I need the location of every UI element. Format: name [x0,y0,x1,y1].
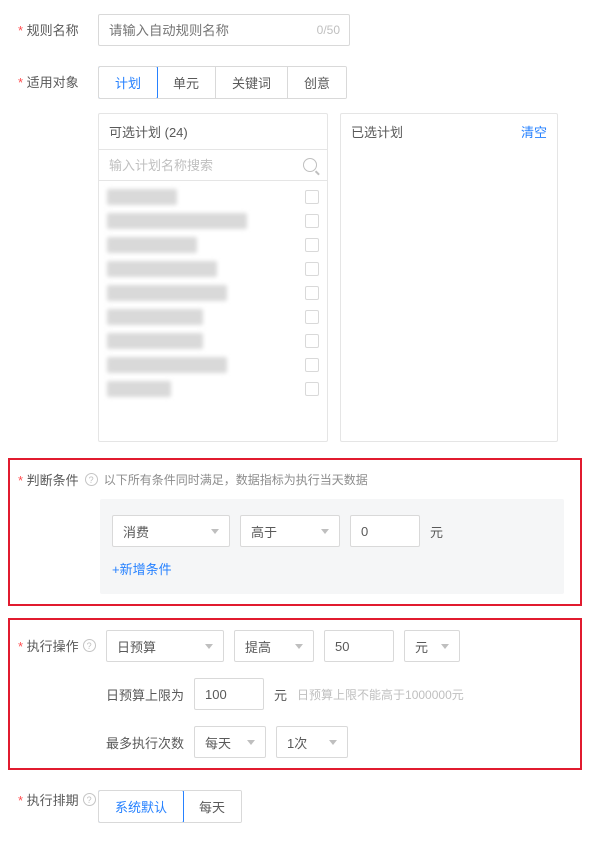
checkbox[interactable] [305,190,319,204]
help-icon[interactable]: ? [85,473,98,486]
list-item[interactable] [105,305,325,329]
target-segment[interactable]: 计划 [98,66,158,99]
selected-plans-title: 已选计划 [351,122,403,141]
target-segment[interactable]: 创意 [288,67,346,98]
action-section: 执行操作 ? 日预算 提高 50 元 [8,618,582,770]
max-exec-label: 最多执行次数 [106,733,184,752]
list-item[interactable] [105,281,325,305]
list-item[interactable] [105,377,325,401]
checkbox[interactable] [305,382,319,396]
value-unit: 元 [430,522,443,541]
target-segment[interactable]: 关键词 [216,67,288,98]
schedule-segment[interactable]: 系统默认 [98,790,184,823]
schedule-label: 执行排期 [18,790,79,809]
cap-hint: 日预算上限不能高于1000000元 [297,686,464,703]
metric-select[interactable]: 消费 [112,515,230,547]
checkbox[interactable] [305,286,319,300]
rule-name-label: 规则名称 [18,14,98,39]
list-item[interactable] [105,185,325,209]
plan-list[interactable] [99,181,327,441]
checkbox[interactable] [305,334,319,348]
list-item[interactable] [105,353,325,377]
max-exec-count-select[interactable]: 1次 [276,726,348,758]
chevron-down-icon [205,644,213,649]
chevron-down-icon [441,644,449,649]
target-segments: 计划单元关键词创意 [98,66,347,99]
operator-select[interactable]: 高于 [240,515,340,547]
add-condition-link[interactable]: +新增条件 [112,559,172,578]
selected-plans-panel: 已选计划 清空 [340,113,558,442]
action-amount-input[interactable]: 50 [324,630,394,662]
search-icon [303,158,317,172]
checkbox[interactable] [305,358,319,372]
cap-input[interactable]: 100 [194,678,264,710]
action-direction-select[interactable]: 提高 [234,630,314,662]
chevron-down-icon [329,740,337,745]
cap-label: 日预算上限为 [106,685,184,704]
target-segment[interactable]: 单元 [157,67,216,98]
schedule-segments: 系统默认每天 [98,790,242,823]
action-unit-select[interactable]: 元 [404,630,460,662]
help-icon[interactable]: ? [83,639,96,652]
max-exec-freq-select[interactable]: 每天 [194,726,266,758]
schedule-segment[interactable]: 每天 [183,791,241,822]
rule-name-input[interactable] [98,14,350,46]
chevron-down-icon [321,529,329,534]
value-input[interactable]: 0 [350,515,420,547]
help-icon[interactable]: ? [83,793,96,806]
action-target-select[interactable]: 日预算 [106,630,224,662]
checkbox[interactable] [305,262,319,276]
checkbox[interactable] [305,214,319,228]
condition-hint: 以下所有条件同时满足，数据指标为执行当天数据 [104,471,368,488]
available-plans-panel: 可选计划 (24) [98,113,328,442]
clear-selected-link[interactable]: 清空 [521,122,547,141]
rule-name-counter: 0/50 [317,23,340,37]
chevron-down-icon [211,529,219,534]
list-item[interactable] [105,257,325,281]
condition-label: 判断条件 [18,470,79,489]
checkbox[interactable] [305,310,319,324]
target-label: 适用对象 [18,66,98,91]
condition-section: 判断条件 ? 以下所有条件同时满足，数据指标为执行当天数据 消费 高于 0 元 … [8,458,582,606]
cap-unit: 元 [274,685,287,704]
list-item[interactable] [105,209,325,233]
plan-search-input[interactable] [109,158,303,173]
list-item[interactable] [105,329,325,353]
chevron-down-icon [295,644,303,649]
checkbox[interactable] [305,238,319,252]
chevron-down-icon [247,740,255,745]
list-item[interactable] [105,233,325,257]
available-plans-title: 可选计划 (24) [109,122,188,141]
action-label: 执行操作 [18,636,79,655]
